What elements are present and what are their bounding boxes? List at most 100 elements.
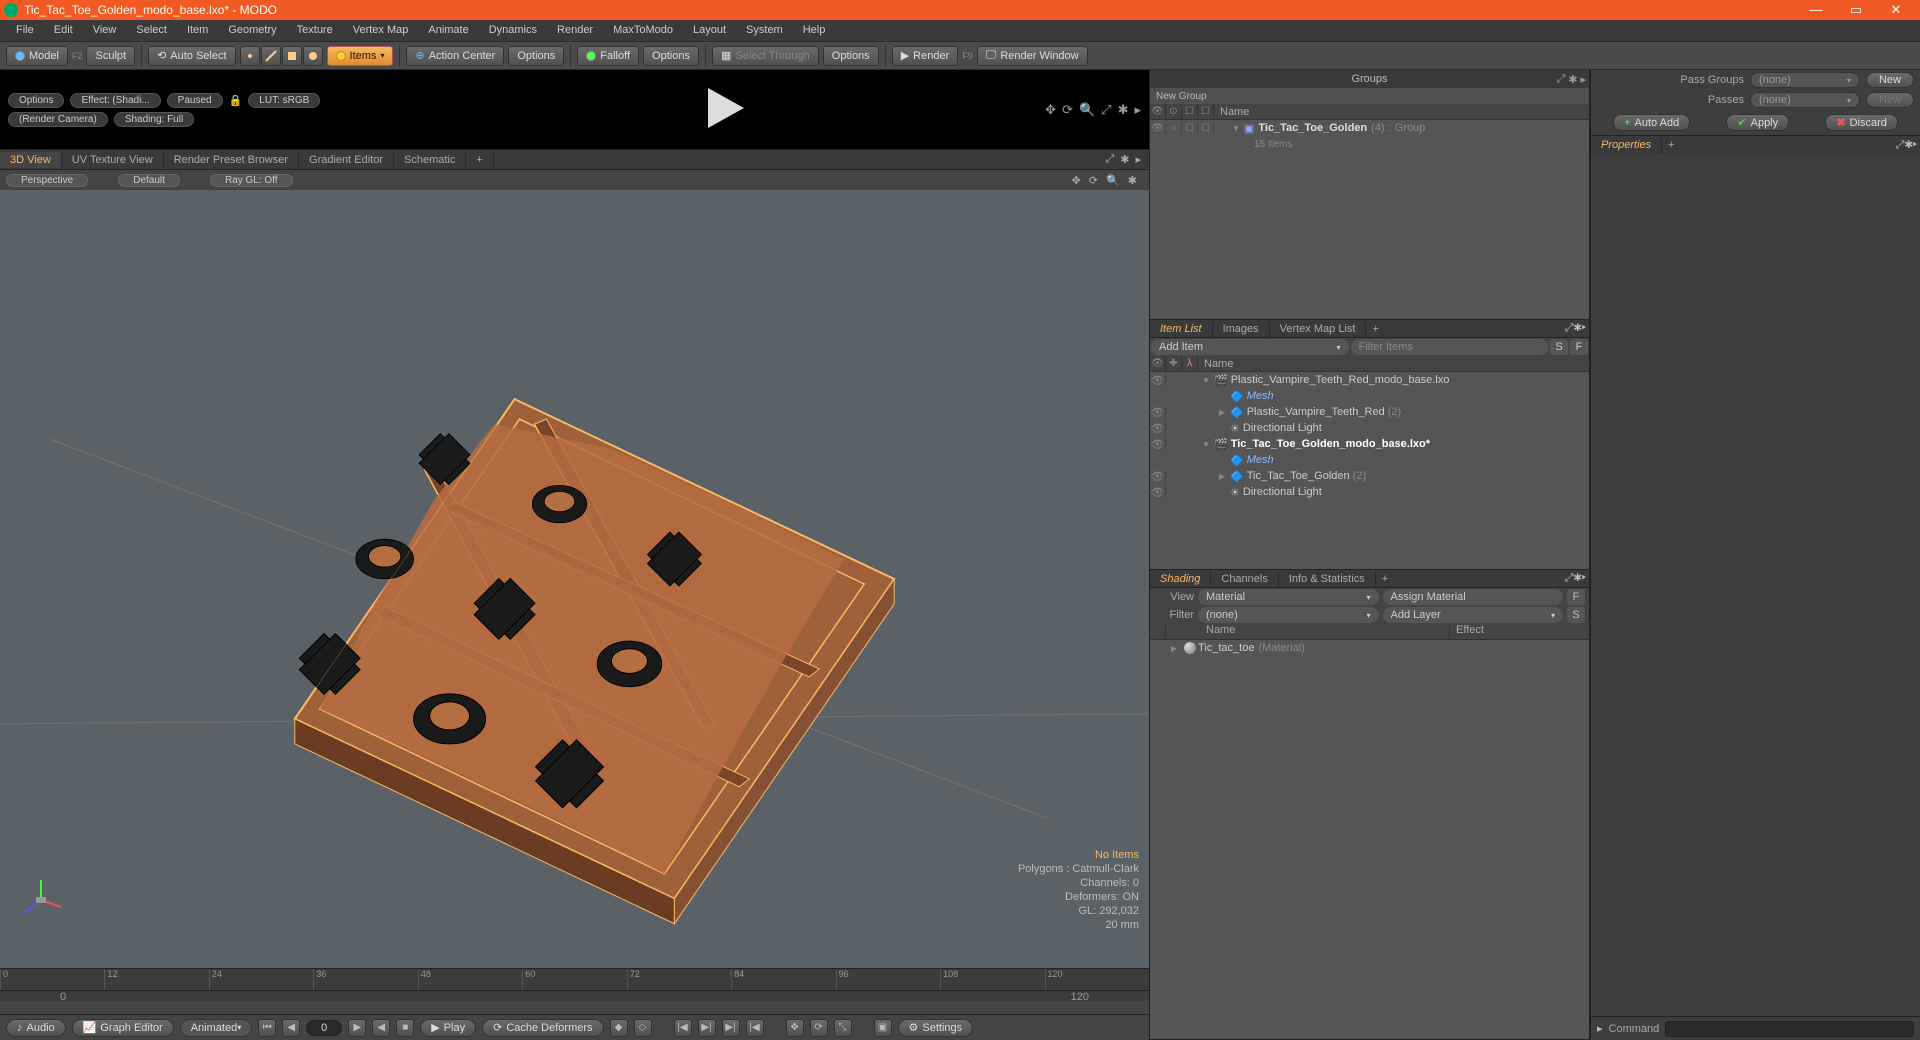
apply-button[interactable]: ✔Apply [1726,114,1789,131]
groups-more-icon[interactable]: ▸ [1580,73,1586,86]
view-gear-icon[interactable]: ✱ [1120,153,1129,166]
material-mode-icon[interactable] [303,46,323,66]
preview-lut[interactable]: LUT: sRGB [248,93,320,108]
tab-gradient[interactable]: Gradient Editor [299,152,394,168]
settings-button[interactable]: ⚙Settings [898,1019,974,1037]
viewport-rotate-icon[interactable]: ⟳ [1089,174,1098,187]
menu-edit[interactable]: Edit [44,20,83,41]
frame-input[interactable]: 0 [306,1020,342,1036]
item-list-row[interactable]: 👁▼🎬Tic_Tac_Toe_Golden_modo_base.lxo* [1150,436,1589,452]
tab-schematic[interactable]: Schematic [394,152,466,168]
viewport-gear-icon[interactable]: ✱ [1128,174,1137,187]
perspective-dropdown[interactable]: Perspective [6,174,88,187]
menu-help[interactable]: Help [793,20,836,41]
filter-dropdown[interactable]: (none)▾ [1198,607,1379,623]
axis-gizmo[interactable] [16,875,66,928]
tab-item-list[interactable]: Item List [1150,321,1213,337]
move-key-button[interactable]: ✥ [786,1019,804,1037]
polygon-mode-icon[interactable] [282,46,302,66]
play-button[interactable]: ▶Play [420,1019,476,1037]
options-button-3[interactable]: Options [823,46,879,66]
tab-shading[interactable]: Shading [1150,571,1211,587]
falloff-button[interactable]: Falloff [577,46,639,66]
raygl-dropdown[interactable]: Ray GL: Off [210,174,293,187]
properties-more-icon[interactable]: ▸ [1913,139,1917,151]
items-button[interactable]: Items▾ [327,46,394,66]
autoadd-button[interactable]: +Auto Add [1613,114,1690,131]
play-back-button[interactable]: ◀ [372,1019,390,1037]
properties-gear-icon[interactable]: ✱ [1905,139,1913,151]
itemlist-gear-icon[interactable]: ✱ [1574,322,1582,334]
shading-gear-icon[interactable]: ✱ [1574,572,1582,584]
shading-name-header[interactable]: Name [1166,624,1449,639]
menu-file[interactable]: File [6,20,44,41]
shading-more-icon[interactable]: ▸ [1582,572,1586,584]
menu-render[interactable]: Render [547,20,603,41]
shading-tab-add[interactable]: + [1376,573,1394,585]
first-frame-button[interactable]: ⏮ [258,1019,276,1037]
model-button[interactable]: Model [6,46,68,66]
item-list-row[interactable]: 🔷Mesh [1150,388,1589,404]
itemlist-s-button[interactable]: S [1550,339,1568,355]
autoselect-button[interactable]: ⟲Auto Select [148,46,235,66]
key-out-button[interactable]: |◀ [746,1019,764,1037]
minimize-button[interactable]: — [1796,0,1836,20]
menu-select[interactable]: Select [126,20,177,41]
assign-material-button[interactable]: Assign Material [1383,589,1564,605]
preview-options[interactable]: Options [8,93,64,108]
select-through-button[interactable]: ▦Select Through [712,46,819,66]
menu-item[interactable]: Item [177,20,218,41]
passgroups-dropdown[interactable]: (none)▾ [1750,72,1860,88]
key-button-1[interactable]: ◆ [610,1019,628,1037]
tab-images[interactable]: Images [1213,321,1270,337]
item-list-row[interactable]: 👁☀Directional Light [1150,420,1589,436]
time-ruler[interactable]: 0 12 24 36 48 60 72 84 96 108 120 [0,969,1149,991]
groups-gear-icon[interactable]: ✱ [1568,73,1577,86]
itemlist-f-button[interactable]: F [1570,339,1588,355]
tab-add[interactable]: + [466,152,493,168]
menu-layout[interactable]: Layout [683,20,736,41]
key-in-button[interactable]: ▶| [722,1019,740,1037]
lock-icon[interactable]: 🔒 [229,94,243,107]
edge-mode-icon[interactable] [261,46,281,66]
viewport-3d[interactable]: No Items Polygons : Catmull-Clark Channe… [0,190,1149,968]
properties-expand-icon[interactable]: ⤢ [1896,139,1905,151]
item-list-row[interactable]: 👁☀Directional Light [1150,484,1589,500]
group-row[interactable]: 👁○☐☐ ▼▣ Tic_Tac_Toe_Golden (4) : Group [1150,120,1589,136]
play-icon[interactable] [700,84,748,135]
item-list-row[interactable]: 🔷Mesh [1150,452,1589,468]
render-window-button[interactable]: 🖵Render Window [977,46,1088,66]
maximize-button[interactable]: ▭ [1836,0,1876,20]
sculpt-button[interactable]: Sculpt [86,46,135,66]
viewport-move-icon[interactable]: ✥ [1072,174,1081,187]
preview-shading[interactable]: Shading: Full [114,112,194,127]
menu-texture[interactable]: Texture [287,20,343,41]
shading-effect-header[interactable]: Effect [1449,624,1589,639]
itemlist-name-header[interactable]: Name [1198,356,1589,371]
shading-expand-icon[interactable]: ⤢ [1565,572,1574,584]
animated-dropdown[interactable]: Animated▾ [180,1019,253,1037]
tab-properties[interactable]: Properties [1591,137,1662,153]
passes-dropdown[interactable]: (none)▾ [1750,92,1860,108]
preview-paused[interactable]: Paused [167,93,223,108]
preview-refresh-icon[interactable]: ⟳ [1062,102,1073,118]
viewport-zoom-icon[interactable]: 🔍 [1106,174,1120,187]
groups-expand-icon[interactable]: ⤢ [1556,73,1565,86]
add-item-dropdown[interactable]: Add Item▾ [1151,339,1349,355]
tab-channels[interactable]: Channels [1211,571,1278,587]
preview-effect[interactable]: Effect: (Shadi... [70,93,160,108]
command-input[interactable] [1665,1021,1914,1037]
tab-3d-view[interactable]: 3D View [0,152,62,168]
menu-system[interactable]: System [736,20,793,41]
passes-new-button[interactable]: New [1866,92,1914,108]
close-button[interactable]: ✕ [1876,0,1916,20]
discard-button[interactable]: ✖Discard [1825,114,1898,131]
graph-editor-button[interactable]: 📈Graph Editor [72,1019,174,1037]
prev-frame-button[interactable]: ◀ [282,1019,300,1037]
preview-zoom-icon[interactable]: 🔍 [1079,102,1095,118]
shading-material-row[interactable]: ▶ Tic_tac_toe (Material) [1150,640,1589,656]
shading-f-button-1[interactable]: F [1567,589,1585,605]
vertex-mode-icon[interactable] [240,46,260,66]
passgroups-new-button[interactable]: New [1866,72,1914,88]
key-next-button[interactable]: ▶| [698,1019,716,1037]
